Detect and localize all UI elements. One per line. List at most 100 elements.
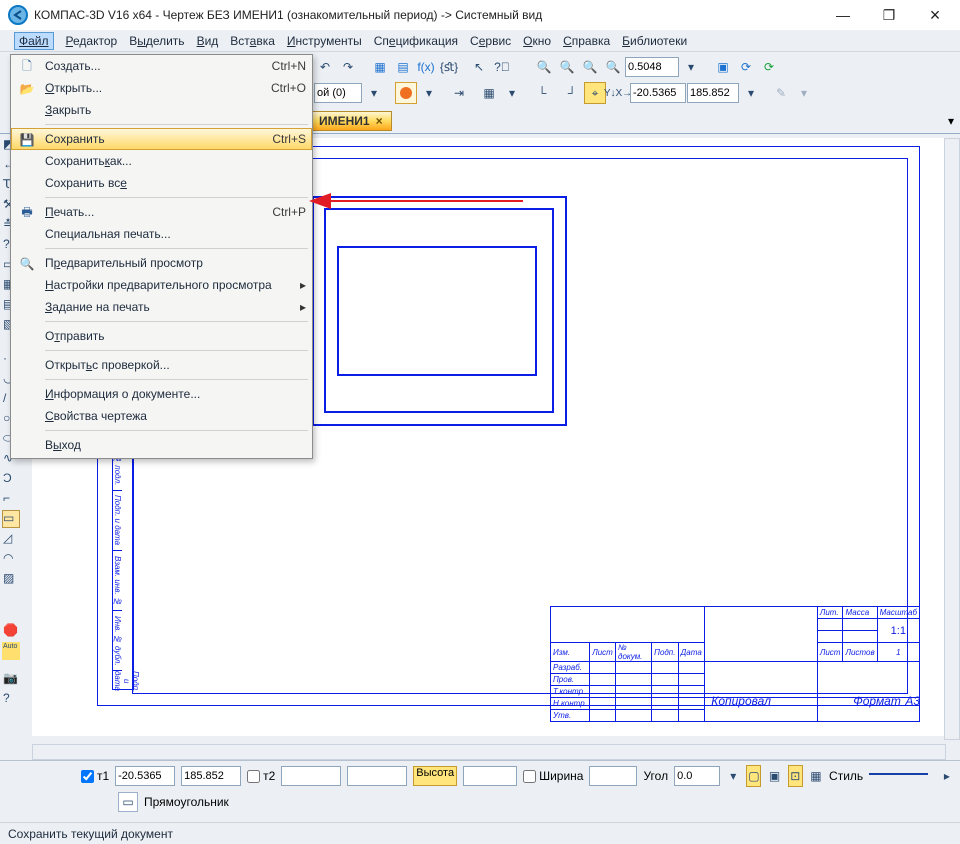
style-preview[interactable] [869, 773, 928, 785]
scrollbar-horizontal[interactable] [32, 744, 946, 760]
menu-exit[interactable]: Выход [11, 434, 312, 456]
dimension-auto-icon[interactable]: ⇥ [448, 82, 470, 104]
menu-libs[interactable]: Библиотеки [622, 34, 687, 48]
lcs-icon[interactable]: └ [531, 82, 553, 104]
width-checkbox[interactable]: Ширина [523, 769, 583, 783]
line-style-dropdown-icon[interactable]: ▾ [418, 82, 440, 104]
zoom-extents-icon[interactable]: 🔍 [533, 56, 555, 78]
tool-chamfer[interactable]: ◿ [2, 530, 20, 548]
tool-lock[interactable]: ? [2, 690, 20, 708]
maximize-button[interactable]: ❐ [866, 3, 912, 27]
menu-insert[interactable]: Вставка [230, 34, 275, 48]
menu-preview-settings[interactable]: Настройки предварительного просмотра▸ [11, 274, 312, 296]
zoom-input[interactable] [625, 57, 679, 77]
axis-mode-1[interactable]: ▢ [746, 765, 761, 787]
menu-save-as[interactable]: Сохранить как... [11, 150, 312, 172]
tool-auto[interactable]: Auto [2, 642, 20, 660]
menu-doc-info[interactable]: Информация о документе... [11, 383, 312, 405]
zoom-plus-icon[interactable]: 🔍 [602, 56, 624, 78]
menu-tools[interactable]: Инструменты [287, 34, 362, 48]
menu-spec[interactable]: Спецификация [374, 34, 458, 48]
manage-2-icon[interactable]: ▤ [392, 56, 414, 78]
height-input[interactable] [463, 766, 517, 786]
tool-polyline[interactable]: ⌐ [2, 490, 20, 508]
tool-rectangle[interactable]: ▭ [2, 510, 20, 528]
redo-button[interactable]: ↷ [337, 56, 359, 78]
menu-help[interactable]: Справка [563, 34, 610, 48]
ortho-icon[interactable]: ┘ [561, 82, 583, 104]
zoom-out-icon[interactable]: 🔍 [579, 56, 601, 78]
menu-service[interactable]: Сервис [470, 34, 511, 48]
axis-mode-2[interactable]: ▣ [767, 765, 781, 787]
menu-print-task[interactable]: Задание на печать▸ [11, 296, 312, 318]
tool-contour[interactable]: Ɔ [2, 470, 20, 488]
zoom-dropdown-icon[interactable]: ▾ [680, 56, 702, 78]
point2-y-input[interactable] [347, 766, 407, 786]
height-label[interactable]: Высота [413, 766, 457, 786]
point2-checkbox[interactable]: т2 [247, 769, 275, 783]
shape-rect-tab[interactable]: ▭ [118, 792, 138, 812]
point1-checkbox[interactable]: т1 [81, 769, 109, 783]
grid-dropdown-icon[interactable]: ▾ [501, 82, 523, 104]
coord-x-input[interactable] [630, 83, 686, 103]
close-window-button[interactable]: × [912, 3, 958, 27]
manage-1-icon[interactable]: ▦ [369, 56, 391, 78]
titleblock-side: Инб. № подл. Подп. и дата Взам. инв. № И… [112, 430, 134, 690]
menu-open-check[interactable]: Открыть с проверкой... [11, 354, 312, 376]
scrollbar-vertical[interactable] [944, 138, 960, 740]
layer-dropdown-icon[interactable]: ▾ [363, 82, 385, 104]
tool-hatch[interactable]: ▨ [2, 570, 20, 588]
variables-icon[interactable]: {ﬆ} [438, 56, 460, 78]
tab-close-icon[interactable]: × [376, 114, 383, 128]
cursor-arrow-icon[interactable]: ↖ [468, 56, 490, 78]
angle-input[interactable] [674, 766, 720, 786]
menu-send[interactable]: Отправить [11, 325, 312, 347]
axis-mode-3[interactable]: ⊡ [788, 765, 803, 787]
point1-x-input[interactable] [115, 766, 175, 786]
coord-dropdown-icon[interactable]: ▾ [740, 82, 762, 104]
brush-dropdown-icon[interactable]: ▾ [793, 82, 815, 104]
menu-window[interactable]: Окно [523, 34, 551, 48]
zoom-in-icon[interactable]: 🔍 [556, 56, 578, 78]
point2-x-input[interactable] [281, 766, 341, 786]
layer-combo[interactable] [314, 83, 362, 103]
rotate-icon[interactable]: ⟳ [735, 56, 757, 78]
menu-preview[interactable]: 🔍 Предварительный просмотр [11, 252, 312, 274]
coord-y-input[interactable] [687, 83, 739, 103]
printer-icon: 🖶 [19, 205, 35, 221]
refresh-icon[interactable]: ⟳ [758, 56, 780, 78]
angle-dropdown-icon[interactable]: ▾ [726, 765, 740, 787]
brush-icon[interactable]: ✎ [770, 82, 792, 104]
tabstrip-dropdown-icon[interactable]: ▾ [948, 114, 954, 128]
panel-scroll-icon[interactable]: ▸ [940, 765, 954, 787]
menu-save-all[interactable]: Сохранить все [11, 172, 312, 194]
menu-drawing-props[interactable]: Свойства чертежа [11, 405, 312, 427]
grid-icon[interactable]: ▦ [478, 82, 500, 104]
menu-close-doc[interactable]: Закрыть [11, 99, 312, 121]
tool-camera[interactable]: 📷 [2, 670, 20, 688]
minimize-button[interactable]: — [820, 3, 866, 27]
menu-save[interactable]: 💾 СохранитьCtrl+S [11, 128, 312, 150]
menu-open[interactable]: 📂 Открыть...Ctrl+O [11, 77, 312, 99]
width-input[interactable] [589, 766, 637, 786]
menu-create[interactable]: 🗋 Создать...Ctrl+N [11, 55, 312, 77]
document-tab[interactable]: ИМЕНИ1 × [310, 111, 392, 131]
menu-file[interactable]: Файл [14, 32, 54, 50]
menu-view[interactable]: Вид [197, 34, 219, 48]
undo-button[interactable]: ↶ [314, 56, 336, 78]
axis-mode-4[interactable]: ▦ [809, 765, 823, 787]
fx-button[interactable]: f(x) [415, 56, 437, 78]
format-label: Копировал Формат A3 [711, 694, 920, 708]
tool-stop[interactable]: 🛑 [2, 622, 20, 640]
menu-editor[interactable]: Редактор [66, 34, 118, 48]
menu-select[interactable]: Выделить [129, 34, 184, 48]
snap-on-button[interactable]: ⌖ [584, 82, 606, 104]
pan-icon[interactable]: ▣ [712, 56, 734, 78]
menu-special-print[interactable]: Специальная печать... [11, 223, 312, 245]
tool-fillet[interactable]: ◠ [2, 550, 20, 568]
line-style-button[interactable] [395, 82, 417, 104]
point1-y-input[interactable] [181, 766, 241, 786]
menu-print[interactable]: 🖶 Печать...Ctrl+P [11, 201, 312, 223]
help-cursor-icon[interactable]: ?⃓ [491, 56, 513, 78]
preview-icon: 🔍 [19, 256, 35, 272]
